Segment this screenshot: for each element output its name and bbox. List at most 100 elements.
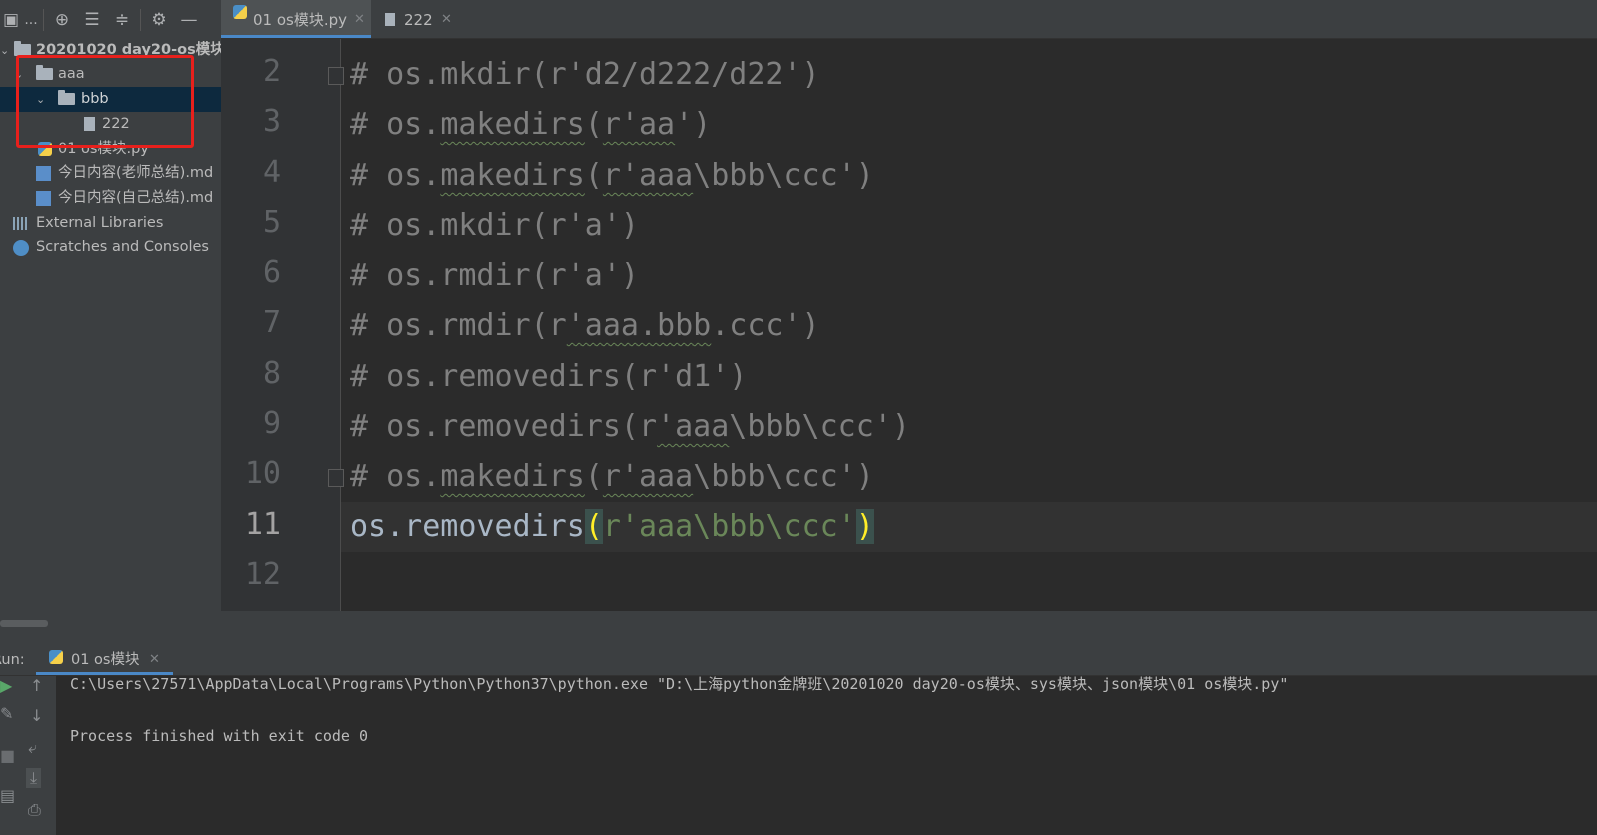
code-line[interactable]: # os.rmdir(r'a'): [350, 251, 639, 301]
tree-item-label: 今日内容(老师总结).md: [58, 165, 214, 181]
run-tab[interactable]: 01 os模块 ✕: [36, 645, 173, 675]
scratches-icon: [13, 240, 29, 256]
code-text: makedirs: [440, 107, 585, 142]
tree-item-md-teacher[interactable]: 今日内容(老师总结).md: [0, 161, 221, 186]
code-text: '): [675, 107, 712, 142]
markdown-file-icon: [36, 166, 51, 181]
code-text: os.removedirs: [350, 509, 585, 544]
project-toolbar: ▣ ... ⊕ ☰ ≑ ⚙ —: [0, 0, 221, 40]
code-text: (: [584, 158, 603, 193]
code-text: r'aa: [602, 107, 676, 142]
code-line[interactable]: # os.makedirs(r'aa'): [350, 100, 711, 150]
line-number: 6: [262, 255, 281, 290]
down-arrow-icon[interactable]: ↓: [30, 706, 43, 725]
text-file-icon: [385, 13, 395, 26]
stop-icon[interactable]: ■: [0, 746, 15, 765]
toolbar-separator: [140, 9, 141, 31]
close-icon[interactable]: ✕: [354, 0, 365, 40]
code-text: # os.: [350, 459, 441, 494]
line-number: 2: [262, 54, 281, 89]
console-line: C:\Users\27571\AppData\Local\Programs\Py…: [70, 675, 1289, 693]
soft-wrap-icon[interactable]: ⤶: [28, 738, 37, 758]
code-line[interactable]: # os.makedirs(r'aaa\bbb\ccc'): [350, 151, 874, 201]
fold-marker-icon[interactable]: [328, 67, 344, 85]
line-number: 11: [244, 507, 281, 542]
code-text: # os.removedirs(r'd1'): [350, 359, 748, 394]
line-number: 10: [244, 456, 281, 491]
code-text: # os.removedirs(r: [350, 409, 658, 444]
run-tab-label: 01 os模块: [71, 652, 140, 668]
code-text: (: [584, 107, 603, 142]
code-text: makedirs: [440, 459, 585, 494]
code-text: # os.mkdir(r'a'): [350, 208, 639, 243]
code-text: # os.rmdir(r'a'): [350, 258, 639, 293]
run-console-output[interactable]: C:\Users\27571\AppData\Local\Programs\Py…: [56, 675, 1597, 835]
run-panel-header: Run: 01 os模块 ✕: [0, 645, 1597, 676]
code-text: 'aaa: [657, 409, 730, 444]
line-number: 12: [244, 557, 281, 592]
gear-icon[interactable]: ⚙: [144, 0, 174, 40]
python-file-icon: [233, 5, 247, 19]
code-line[interactable]: # os.makedirs(r'aaa\bbb\ccc'): [350, 452, 874, 502]
code-text: makedirs: [440, 158, 585, 193]
tree-item-md-self[interactable]: 今日内容(自己总结).md: [0, 186, 221, 211]
project-view-icon[interactable]: ▣: [0, 0, 22, 40]
project-panel: ▣ ... ⊕ ☰ ≑ ⚙ — ⌄ 20201020 day20-os模块、 ⌄…: [0, 0, 221, 645]
code-line-current[interactable]: os.removedirs(r'aaa\bbb\ccc'): [350, 502, 874, 552]
tree-item-label: 今日内容(自己总结).md: [58, 190, 214, 206]
code-text: r'aaa: [602, 158, 694, 193]
up-arrow-icon[interactable]: ↑: [30, 676, 43, 695]
line-number: 4: [262, 155, 281, 190]
highlight-box: [16, 55, 194, 148]
tree-item-label: Scratches and Consoles: [36, 239, 209, 255]
code-line[interactable]: # os.removedirs(r'aaa\bbb\ccc'): [350, 402, 910, 452]
code-text: r'aaa: [602, 459, 694, 494]
tab-label: 01 os模块.py: [253, 11, 348, 29]
console-line: Process finished with exit code 0: [70, 727, 369, 745]
line-number: 8: [262, 356, 281, 391]
wrench-icon[interactable]: ✎: [0, 704, 13, 723]
code-text: .ccc'): [711, 308, 820, 343]
close-icon[interactable]: ✕: [441, 0, 452, 40]
locate-icon[interactable]: ⊕: [47, 0, 77, 40]
run-label: Run:: [0, 652, 25, 668]
code-text: (: [584, 459, 603, 494]
close-icon[interactable]: ✕: [149, 645, 160, 675]
code-text: \bbb\ccc'): [693, 158, 874, 193]
code-editor[interactable]: 2 3 4 5 6 7 8 9 10 11 12 # os.mkdir(r'd2…: [221, 39, 1597, 611]
code-line[interactable]: # os.rmdir(r'aaa.bbb.ccc'): [350, 301, 820, 351]
code-line[interactable]: # os.mkdir(r'a'): [350, 201, 639, 251]
layout-icon[interactable]: ▤: [0, 786, 15, 805]
hide-icon[interactable]: —: [174, 0, 204, 40]
panel-splitter[interactable]: [221, 611, 1597, 645]
code-text: # os.mkdir(r'd2/d222/d22'): [350, 57, 820, 92]
collapse-all-icon[interactable]: ≑: [107, 0, 137, 40]
rerun-icon[interactable]: ▶: [0, 676, 12, 695]
tree-item-external-libraries[interactable]: External Libraries: [0, 211, 221, 236]
tab-os-module-py[interactable]: 01 os模块.py ✕: [221, 0, 371, 38]
markdown-file-icon: [36, 191, 51, 206]
tree-item-scratches[interactable]: Scratches and Consoles: [0, 235, 221, 260]
code-text: # os.: [350, 107, 441, 142]
line-number: 3: [262, 104, 281, 139]
scroll-to-end-icon[interactable]: ⤓: [26, 768, 42, 788]
more-label[interactable]: ...: [22, 0, 40, 40]
code-text: \bbb\ccc'): [729, 409, 910, 444]
horizontal-scrollbar[interactable]: [0, 620, 48, 627]
code-text: \bbb\ccc'): [693, 459, 874, 494]
line-number: 5: [262, 205, 281, 240]
fold-marker-icon[interactable]: [328, 469, 344, 487]
tab-222[interactable]: 222 ✕: [373, 0, 463, 38]
line-number: 9: [262, 406, 281, 441]
expand-all-icon[interactable]: ☰: [77, 0, 107, 40]
tab-label: 222: [404, 11, 433, 29]
gutter-divider: [340, 39, 341, 611]
editor-tab-bar: 01 os模块.py ✕ 222 ✕: [221, 0, 1597, 39]
code-line[interactable]: # os.mkdir(r'd2/d222/d22'): [350, 50, 820, 100]
tree-item-label: External Libraries: [36, 215, 164, 231]
brace-match: ): [855, 509, 874, 544]
run-toolbar: ▶ ↑ ✎ ↓ ■ ⤶ ⤓ ▤ ⎙: [0, 676, 56, 835]
code-line[interactable]: # os.removedirs(r'd1'): [350, 352, 747, 402]
print-icon[interactable]: ⎙: [28, 800, 41, 820]
chevron-down-icon[interactable]: ⌄: [0, 38, 9, 63]
